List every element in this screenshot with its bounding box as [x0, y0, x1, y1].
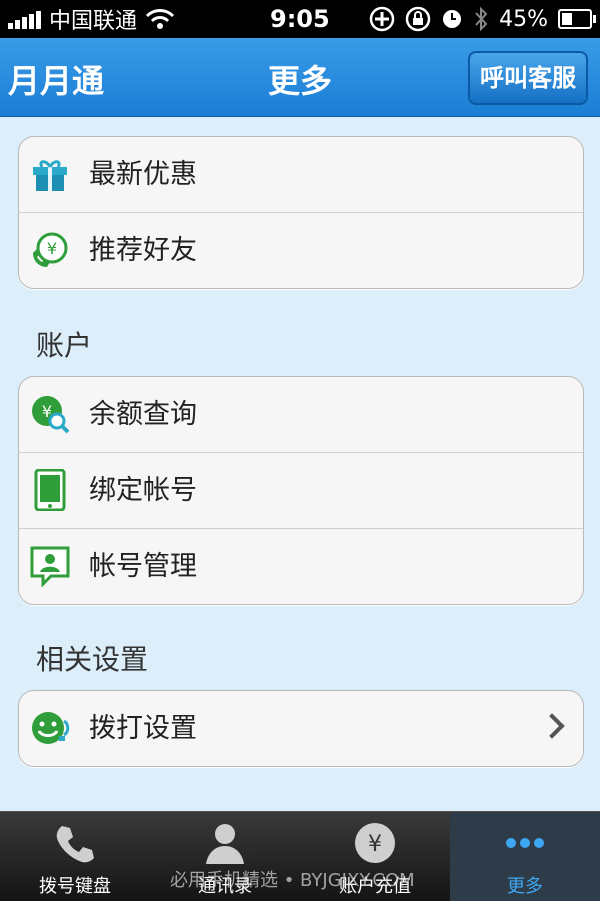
status-right: 45%: [369, 4, 596, 34]
list-item-dial-settings[interactable]: 拨打设置: [19, 691, 583, 766]
phone-icon: [34, 469, 66, 511]
status-left: 中国联通: [8, 4, 175, 34]
row-label: 拨打设置: [89, 713, 197, 744]
list-item-bind-account[interactable]: 绑定帐号: [19, 453, 583, 529]
balance-search-icon: ¥: [32, 396, 70, 434]
list-item-balance-query[interactable]: ¥ 余额查询: [19, 377, 583, 453]
tab-label: 拨号键盘: [39, 876, 111, 897]
call-service-button[interactable]: 呼叫客服: [468, 51, 588, 105]
phone-handset-icon: [56, 826, 94, 863]
rotation-lock-icon: [405, 6, 431, 32]
plus-circle-icon: [369, 6, 395, 32]
gift-icon: [33, 160, 67, 191]
svg-text:¥: ¥: [368, 832, 382, 857]
tab-label: 更多: [507, 876, 543, 897]
tab-more[interactable]: 更多: [450, 812, 600, 901]
nav-bar: 月月通 更多 呼叫客服: [0, 38, 600, 117]
more-dots-icon: [506, 838, 544, 848]
alarm-clock-icon: [443, 10, 462, 28]
account-group: ¥ 余额查询 绑定帐号 帐号管理: [18, 376, 584, 605]
section-header-settings: 相关设置: [36, 643, 149, 676]
yuan-coin-icon: ¥: [355, 823, 395, 863]
section-header-account: 账户: [36, 329, 93, 362]
chevron-right-icon: [539, 713, 565, 739]
watermark: 必用手机精选 • BYJGJXY.COM: [170, 870, 415, 891]
list-item-account-management[interactable]: 帐号管理: [19, 529, 583, 604]
carrier-label: 中国联通: [49, 9, 138, 34]
row-label: 推荐好友: [89, 235, 197, 266]
dial-settings-icon: [32, 712, 70, 744]
row-label: 最新优惠: [89, 159, 197, 190]
row-label: 余额查询: [89, 399, 197, 430]
list-item-promotions[interactable]: 最新优惠: [19, 137, 583, 213]
bluetooth-icon: [475, 6, 488, 32]
battery-fill: [562, 13, 572, 25]
promo-group: 最新优惠 ¥ 推荐好友: [18, 136, 584, 289]
row-label: 帐号管理: [89, 551, 197, 582]
battery-icon: [558, 9, 596, 29]
recommend-icon: ¥: [33, 232, 68, 267]
list-item-recommend-friends[interactable]: ¥ 推荐好友: [19, 213, 583, 288]
settings-list[interactable]: 最新优惠 ¥ 推荐好友 账户 ¥ 余额查询 绑定帐号 帐号管理 相关设置 拨打设…: [0, 116, 600, 811]
tab-dialpad[interactable]: 拨号键盘: [0, 812, 150, 901]
wifi-icon: [145, 9, 175, 29]
contacts-icon: [206, 824, 244, 864]
signal-icon: [8, 9, 41, 29]
status-bar: 中国联通 9:05 45%: [0, 0, 600, 38]
row-label: 绑定帐号: [89, 475, 197, 506]
settings-group: 拨打设置: [18, 690, 584, 767]
account-card-icon: [30, 546, 70, 587]
clock: 9:05: [270, 5, 330, 33]
battery-percent: 45%: [499, 6, 548, 32]
svg-text:¥: ¥: [47, 239, 57, 258]
